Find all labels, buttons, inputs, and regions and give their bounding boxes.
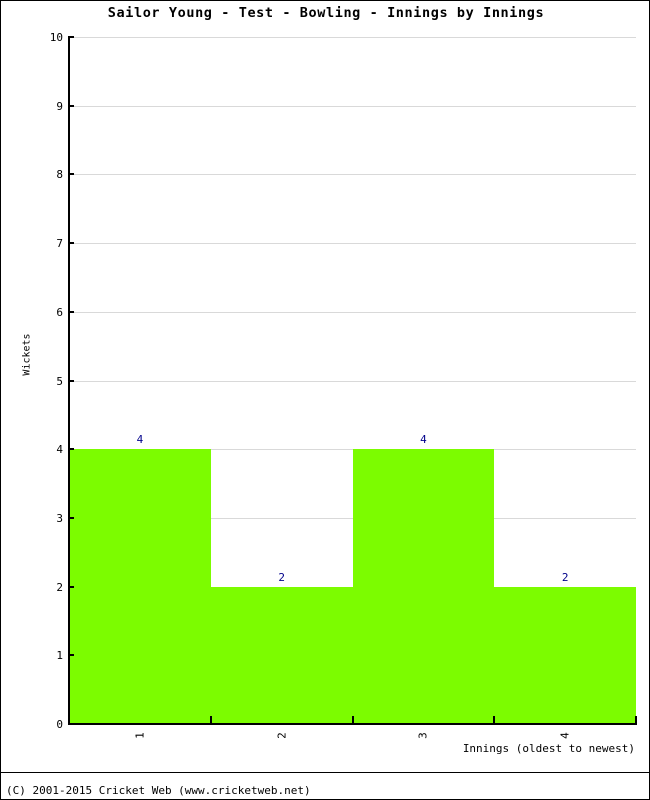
bar: [210, 586, 353, 724]
y-axis-tick-label: 1: [56, 649, 63, 663]
y-axis-tick-label: 2: [56, 580, 63, 594]
x-axis-tick-label: 1: [133, 732, 147, 739]
x-axis-tick-mark: [635, 716, 637, 725]
y-axis-tick-mark: [69, 516, 74, 519]
bar-value-label: 4: [420, 433, 427, 447]
bar: [494, 586, 636, 724]
y-axis-tick-mark: [69, 104, 74, 107]
y-axis-tick-label: 8: [56, 168, 63, 182]
x-axis-tick-label: 3: [416, 732, 430, 739]
y-axis-tick-label: 9: [56, 99, 63, 113]
footer-divider: [1, 772, 649, 773]
copyright-notice: (C) 2001-2015 Cricket Web (www.cricketwe…: [6, 784, 311, 797]
y-axis-tick-mark: [69, 310, 74, 313]
gridline: [69, 105, 636, 107]
chart-title: Sailor Young - Test - Bowling - Innings …: [107, 5, 545, 21]
bar-value-label: 2: [561, 570, 569, 584]
bar: [69, 449, 211, 724]
y-axis-tick-label: 7: [56, 237, 63, 251]
gridline: [69, 243, 636, 245]
x-axis-tick-mark: [209, 716, 212, 725]
x-axis-tick-label: 2: [275, 732, 289, 739]
gridline: [69, 311, 636, 313]
bar-value-label: 2: [278, 570, 285, 584]
bowling-innings-chart: Sailor Young - Test - Bowling - Innings …: [0, 0, 650, 800]
y-axis-tick-mark: [69, 36, 74, 38]
x-axis-tick-mark: [351, 716, 354, 725]
y-axis-tick-mark: [69, 723, 74, 725]
gridline: [69, 174, 636, 176]
y-axis-tick-label: 3: [56, 511, 63, 525]
y-axis-tick-label: 5: [56, 374, 63, 388]
bar-value-label: 4: [136, 433, 144, 447]
gridline: [69, 37, 636, 38]
gridline: [69, 380, 636, 382]
y-axis-title: Wickets: [21, 333, 33, 376]
x-axis-title: Innings (oldest to newest): [462, 742, 635, 755]
y-axis-tick-mark: [69, 173, 74, 176]
y-axis-tick-mark: [69, 379, 74, 382]
y-axis-tick-mark: [69, 585, 74, 588]
y-axis-tick-label: 10: [49, 31, 63, 44]
plot-area: [69, 37, 636, 724]
y-axis-tick-label: 0: [56, 718, 63, 731]
x-axis-tick-mark: [493, 716, 496, 725]
y-axis-tick-mark: [69, 448, 74, 451]
y-axis-tick-labels: 0 1 2 3 4 5 6 7 8 9 10: [31, 1, 63, 799]
y-axis-tick-mark: [69, 242, 74, 245]
bar: [352, 449, 495, 724]
y-axis-tick-label: 6: [56, 305, 63, 319]
y-axis-tick-mark: [69, 654, 74, 657]
y-axis-tick-label: 4: [56, 443, 63, 457]
